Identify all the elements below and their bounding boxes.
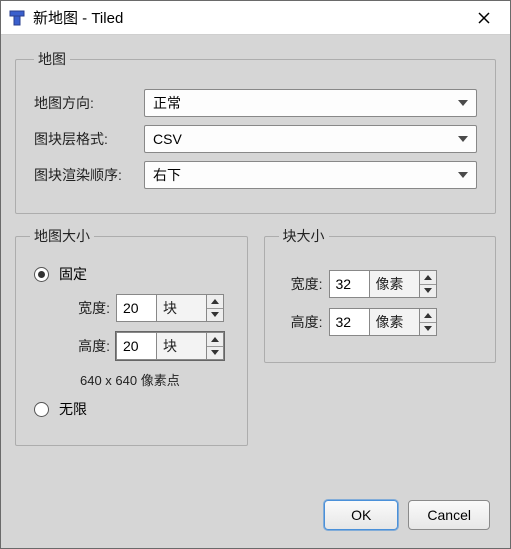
tile-height-spinner[interactable]: 32 像素 [329, 308, 437, 336]
chevron-down-icon [458, 136, 468, 142]
chevron-up-icon [211, 337, 219, 342]
infinite-radio[interactable]: 无限 [34, 399, 233, 419]
cancel-button[interactable]: Cancel [408, 500, 490, 530]
spin-up-button[interactable] [207, 295, 223, 309]
dialog-footer: OK Cancel [15, 484, 496, 534]
dialog-body: 地图 地图方向: 正常 图块层格式: CSV 图块渲染顺序: 右下 [1, 35, 510, 548]
chevron-up-icon [211, 299, 219, 304]
tile-width-label: 宽度: [279, 274, 323, 294]
ok-button[interactable]: OK [324, 500, 398, 530]
render-order-value: 右下 [153, 165, 458, 185]
fixed-radio[interactable]: 固定 [34, 264, 233, 284]
map-size-legend: 地图大小 [30, 226, 94, 246]
chevron-down-icon [458, 172, 468, 178]
tile-height-value: 32 [329, 308, 369, 336]
pixel-size-hint: 640 x 640 像素点 [80, 370, 233, 389]
orientation-label: 地图方向: [34, 93, 144, 113]
map-height-unit: 块 [156, 332, 206, 360]
new-map-dialog: 新地图 - Tiled 地图 地图方向: 正常 图块层格式: CSV [0, 0, 511, 549]
chevron-up-icon [424, 313, 432, 318]
tile-size-group: 块大小 宽度: 32 像素 高度: 32 像素 [264, 226, 497, 363]
spin-up-button[interactable] [207, 333, 223, 347]
spin-up-button[interactable] [420, 309, 436, 323]
tile-size-legend: 块大小 [279, 226, 329, 246]
map-height-label: 高度: [66, 336, 110, 356]
spin-down-button[interactable] [420, 285, 436, 298]
map-width-label: 宽度: [66, 298, 110, 318]
tile-width-spinner[interactable]: 32 像素 [329, 270, 437, 298]
chevron-down-icon [211, 312, 219, 317]
spin-down-button[interactable] [420, 323, 436, 336]
tile-height-unit: 像素 [369, 308, 419, 336]
tile-height-label: 高度: [279, 312, 323, 332]
spin-down-button[interactable] [207, 347, 223, 360]
render-order-select[interactable]: 右下 [144, 161, 477, 189]
titlebar: 新地图 - Tiled [1, 1, 510, 35]
close-icon [478, 12, 490, 24]
layer-format-value: CSV [153, 131, 458, 147]
fixed-label: 固定 [59, 264, 87, 284]
render-order-label: 图块渲染顺序: [34, 165, 144, 185]
layer-format-label: 图块层格式: [34, 129, 144, 149]
infinite-label: 无限 [59, 399, 87, 419]
orientation-select[interactable]: 正常 [144, 89, 477, 117]
chevron-down-icon [211, 350, 219, 355]
map-width-unit: 块 [156, 294, 206, 322]
chevron-down-icon [424, 326, 432, 331]
orientation-value: 正常 [153, 93, 458, 113]
chevron-up-icon [424, 275, 432, 280]
map-width-spinner[interactable]: 20 块 [116, 294, 224, 322]
map-width-value: 20 [116, 294, 156, 322]
close-button[interactable] [468, 6, 500, 30]
window-title: 新地图 - Tiled [33, 7, 468, 28]
map-group: 地图 地图方向: 正常 图块层格式: CSV 图块渲染顺序: 右下 [15, 49, 496, 214]
radio-icon [34, 402, 49, 417]
layer-format-select[interactable]: CSV [144, 125, 477, 153]
tile-width-unit: 像素 [369, 270, 419, 298]
spin-down-button[interactable] [207, 309, 223, 322]
app-icon [9, 10, 25, 26]
chevron-down-icon [458, 100, 468, 106]
map-height-value: 20 [116, 332, 156, 360]
map-height-spinner[interactable]: 20 块 [116, 332, 224, 360]
chevron-down-icon [424, 288, 432, 293]
spin-up-button[interactable] [420, 271, 436, 285]
radio-icon [34, 267, 49, 282]
tile-width-value: 32 [329, 270, 369, 298]
map-size-group: 地图大小 固定 宽度: 20 块 高度: 20 [15, 226, 248, 446]
map-legend: 地图 [34, 49, 70, 69]
